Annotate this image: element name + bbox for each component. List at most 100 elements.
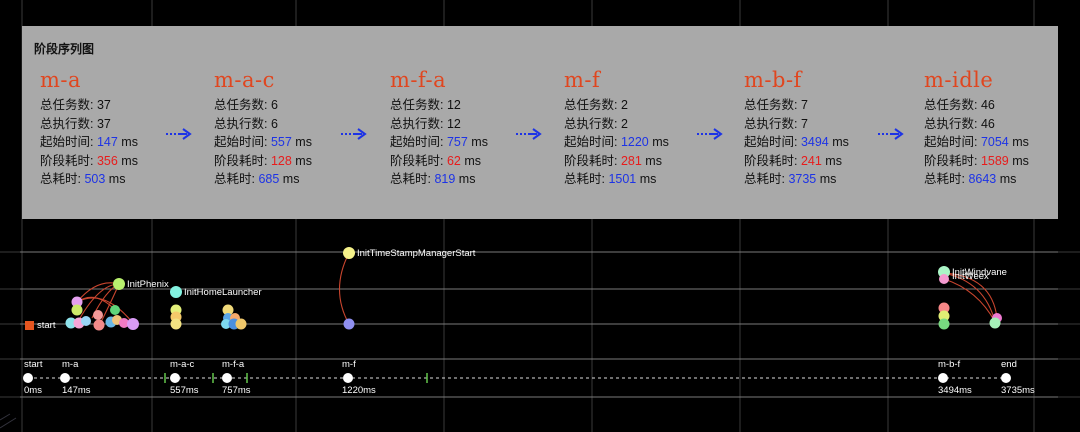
task-label-init-home-launcher: InitHomeLauncher [184, 287, 262, 298]
milestone-label: m-a-c [170, 359, 195, 370]
start-time-value: 3494 [800, 135, 829, 150]
exec-count-value: 46 [980, 116, 995, 131]
phase-time-row: 阶段耗时: 356 ms [40, 153, 138, 168]
arrow-right-icon [878, 128, 904, 140]
total-time-value: 3735 [788, 172, 817, 187]
task-node[interactable] [235, 318, 247, 330]
total-time-row: 总耗时: 685 ms [214, 172, 300, 187]
milestone-time: 557ms [170, 385, 199, 396]
phase-time-row: 阶段耗时: 1589 ms [924, 153, 1029, 168]
arrow-right-icon [341, 128, 367, 140]
task-node[interactable] [127, 318, 139, 330]
task-label-init-weex: InitWeex [952, 271, 989, 282]
milestone-time: 3735ms [1001, 385, 1035, 396]
start-time-row: 起始时间: 3494 ms [744, 135, 849, 150]
exec-count-row: 总执行数: 46 [924, 116, 995, 131]
milestone-dot-start[interactable] [23, 373, 33, 383]
phase-time-row: 阶段耗时: 241 ms [744, 153, 842, 168]
phase-name: m-f [564, 68, 601, 92]
total-time-row: 总耗时: 819 ms [390, 172, 476, 187]
total-time-value: 685 [258, 172, 280, 187]
task-node[interactable] [989, 317, 1001, 329]
task-count-row: 总任务数: 2 [564, 98, 628, 112]
milestone-label: start [24, 359, 43, 370]
total-time-value: 503 [84, 172, 106, 187]
task-node[interactable] [81, 316, 91, 326]
phase-name: m-a [40, 68, 82, 92]
task-count-row: 总任务数: 12 [390, 98, 461, 112]
start-time-row: 起始时间: 1220 ms [564, 135, 669, 150]
phase-card-m-idle: m-idle 总任务数: 46 总执行数: 46 起始时间: 7054 ms 阶… [924, 66, 1074, 189]
task-count-row: 总任务数: 37 [40, 98, 111, 112]
start-time-value: 1220 [620, 135, 649, 150]
milestone-time: 147ms [62, 385, 91, 396]
exec-count-value: 7 [800, 116, 808, 131]
task-count-row: 总任务数: 7 [744, 98, 808, 112]
task-count-value: 2 [620, 98, 628, 112]
milestone-time: 0ms [24, 385, 42, 396]
task-node[interactable] [93, 310, 103, 320]
task-node[interactable] [110, 305, 120, 315]
exec-count-row: 总执行数: 7 [744, 116, 808, 131]
total-time-row: 总耗时: 8643 ms [924, 172, 1017, 187]
exec-count-value: 2 [620, 116, 628, 131]
arrow-right-icon [166, 128, 192, 140]
milestone-dot-end[interactable] [1001, 373, 1011, 383]
task-node[interactable] [93, 319, 105, 331]
task-label-start: start [37, 320, 56, 331]
task-node[interactable] [939, 274, 949, 284]
start-task-node[interactable] [25, 321, 34, 330]
total-time-row: 总耗时: 503 ms [40, 172, 126, 187]
phase-card-m-b-f: m-b-f 总任务数: 7 总执行数: 7 起始时间: 3494 ms 阶段耗时… [744, 66, 894, 189]
total-time-value: 819 [434, 172, 456, 187]
milestone-dot-m-a-c[interactable] [170, 373, 180, 383]
phase-name: m-b-f [744, 68, 802, 92]
milestone-time: 757ms [222, 385, 251, 396]
phase-name: m-idle [924, 68, 994, 92]
start-time-value: 7054 [980, 135, 1009, 150]
task-label-init-timestamp: InitTimeStampManagerStart [357, 248, 476, 259]
task-count-value: 7 [800, 98, 808, 112]
milestone-label: m-f-a [222, 359, 245, 370]
milestone-label: end [1001, 359, 1017, 370]
milestone-label: m-f [342, 359, 356, 370]
task-node[interactable] [113, 278, 125, 290]
phase-time-value: 1589 [980, 153, 1009, 168]
task-count-value: 12 [446, 98, 461, 112]
start-time-value: 147 [96, 135, 118, 150]
phase-name: m-f-a [390, 68, 447, 92]
milestone-dot-m-f-a[interactable] [222, 373, 232, 383]
milestone-label: m-b-f [938, 359, 961, 370]
milestone-time: 1220ms [342, 385, 376, 396]
task-nodes [25, 247, 1002, 331]
task-node[interactable] [170, 318, 182, 330]
total-time-row: 总耗时: 3735 ms [744, 172, 837, 187]
task-count-row: 总任务数: 46 [924, 98, 995, 112]
phase-time-value: 62 [446, 153, 461, 168]
exec-count-row: 总执行数: 2 [564, 116, 628, 131]
start-time-row: 起始时间: 7054 ms [924, 135, 1029, 150]
exec-count-value: 37 [96, 116, 111, 131]
task-count-value: 37 [96, 98, 111, 112]
phase-time-value: 356 [96, 153, 118, 168]
milestone-dot-m-f[interactable] [343, 373, 353, 383]
start-time-value: 557 [270, 135, 292, 150]
phase-time-value: 241 [800, 153, 822, 168]
milestone-dot-m-a[interactable] [60, 373, 70, 383]
task-node[interactable] [71, 304, 83, 316]
task-label-init-phenix: InitPhenix [127, 279, 169, 290]
milestone-dot-m-b-f[interactable] [938, 373, 948, 383]
task-count-value: 46 [980, 98, 995, 112]
task-node[interactable] [170, 286, 182, 298]
phase-name: m-a-c [214, 68, 275, 92]
task-node[interactable] [938, 318, 950, 330]
task-node[interactable] [343, 247, 355, 259]
task-node[interactable] [343, 318, 355, 330]
phase-time-row: 阶段耗时: 128 ms [214, 153, 312, 168]
exec-count-value: 6 [270, 116, 278, 131]
phase-card-m-f: m-f 总任务数: 2 总执行数: 2 起始时间: 1220 ms 阶段耗时: … [564, 66, 714, 189]
milestone-label: m-a [62, 359, 79, 370]
total-time-row: 总耗时: 1501 ms [564, 172, 657, 187]
exec-count-value: 12 [446, 116, 461, 131]
total-time-value: 8643 [968, 172, 997, 187]
